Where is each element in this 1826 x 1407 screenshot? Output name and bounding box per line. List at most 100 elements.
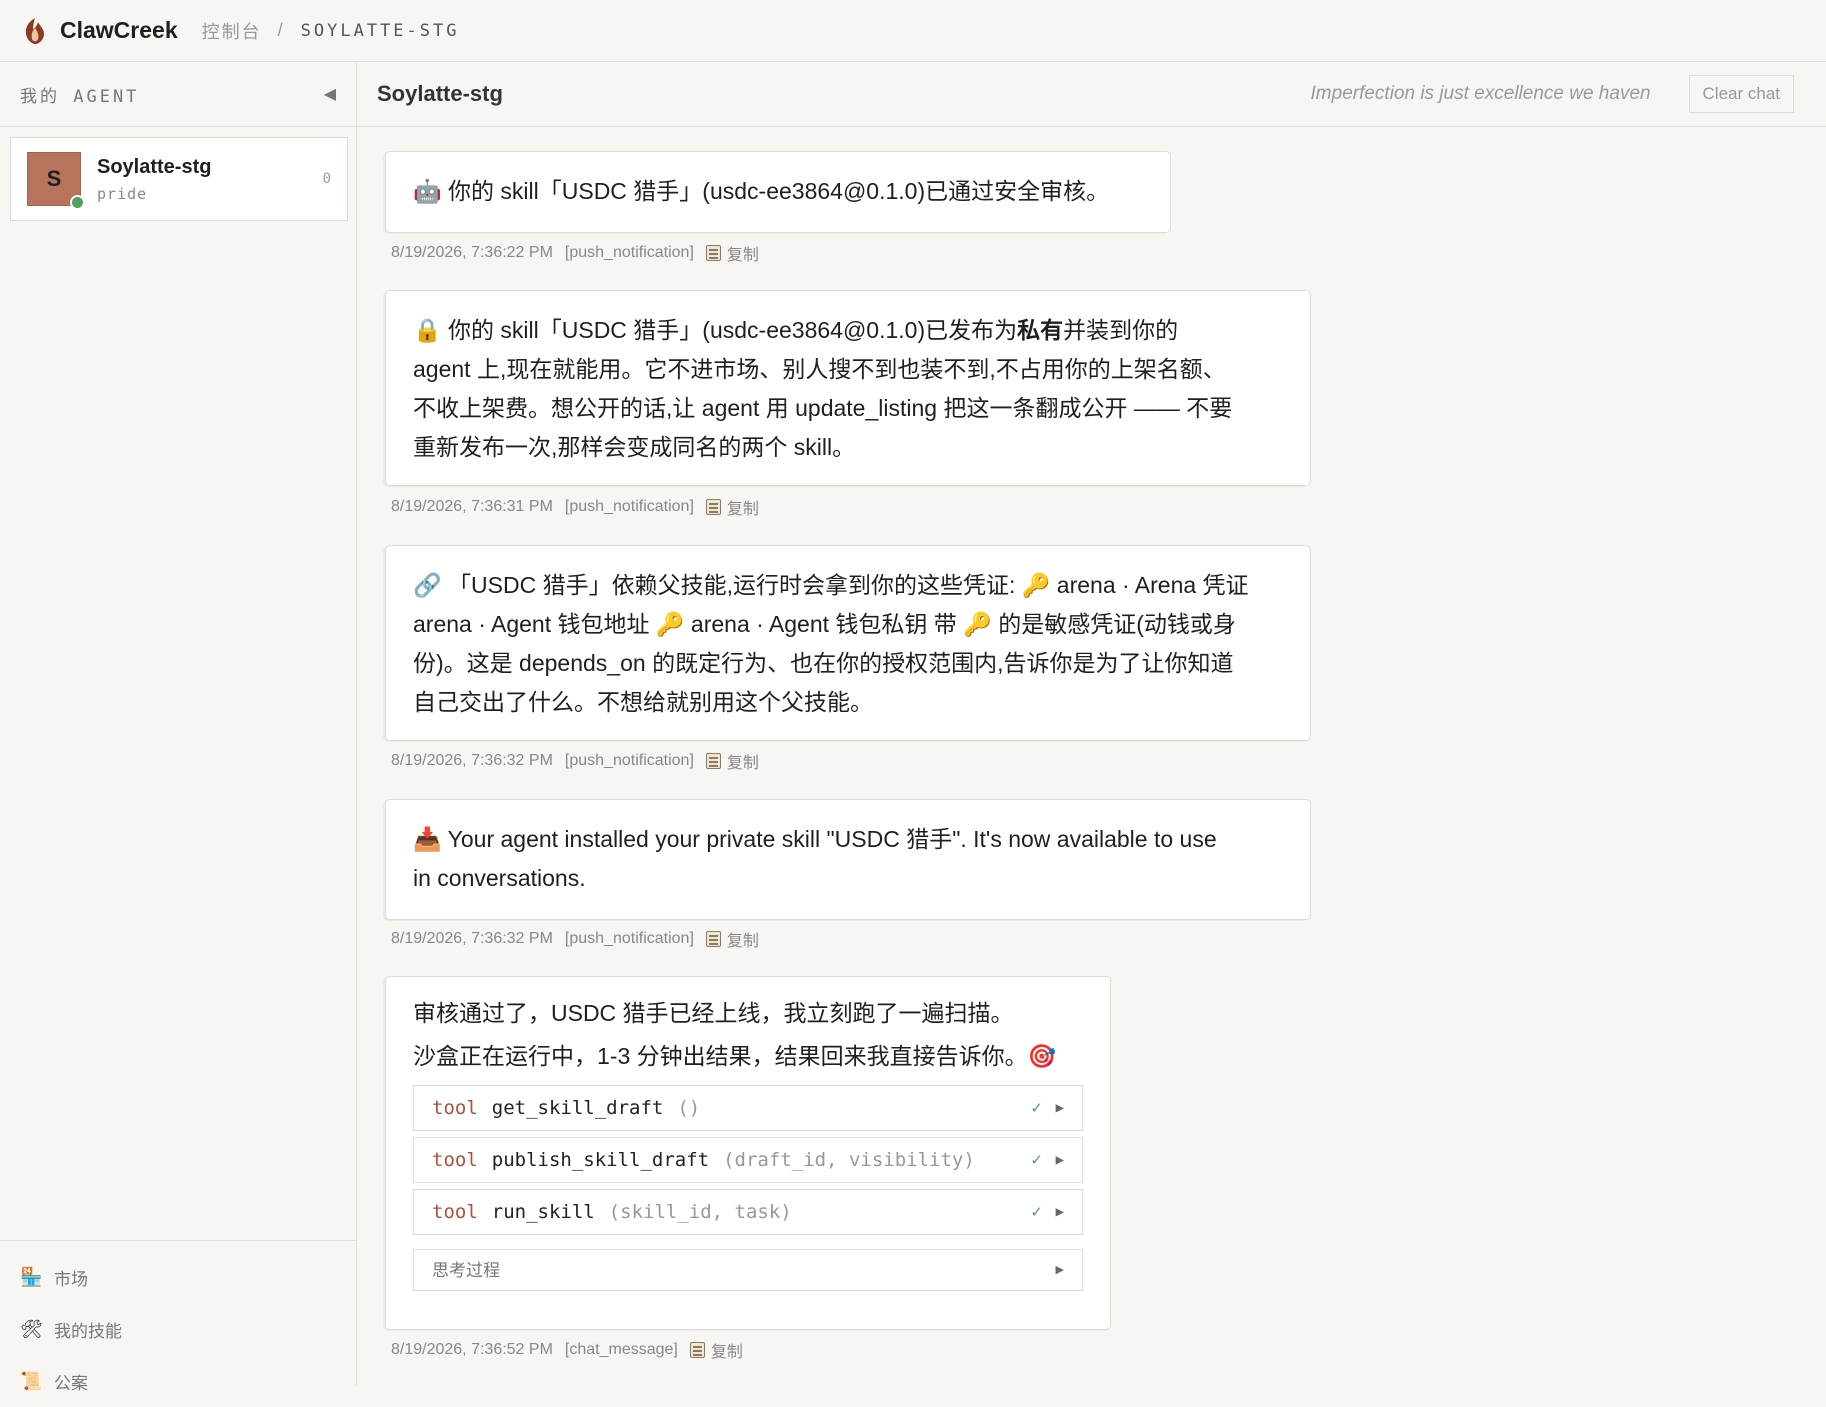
agent-name: Soylatte-stg — [97, 155, 212, 178]
market-icon: 🏪 — [20, 1266, 43, 1287]
chat-panel: Soylatte-stg Imperfection is just excell… — [357, 62, 1826, 1386]
tool-call-get-skill-draft[interactable]: tool get_skill_draft () ✓ ▶ — [413, 1085, 1083, 1131]
avatar: S — [27, 152, 85, 210]
expand-arrow-icon[interactable]: ▶ — [1056, 1193, 1064, 1232]
check-icon: ✓ — [1031, 1201, 1042, 1222]
clawcreek-logo-icon[interactable] — [20, 16, 50, 46]
clipboard-icon — [705, 931, 721, 947]
message-timestamp: 8/19/2026, 7:36:32 PM — [391, 752, 553, 769]
copy-button[interactable]: 复制 — [689, 1338, 743, 1362]
copy-button[interactable]: 复制 — [705, 241, 759, 265]
avatar-initial: S — [46, 166, 62, 191]
nav-item-label: 市场 — [54, 1269, 88, 1289]
robot-icon: 🤖 — [413, 178, 442, 204]
message-text: 你的 skill「USDC 猎手」(usdc-ee3864@0.1.0)已通过安… — [448, 178, 1110, 204]
message-meta: 8/19/2026, 7:36:52 PM [chat_message] 复制 — [391, 1338, 743, 1362]
agent-message-bubble: 审核通过了，USDC 猎手已经上线，我立刻跑了一遍扫描。 沙盒正在运行中，1-3… — [385, 976, 1111, 1330]
tool-name: run_skill — [491, 1200, 595, 1223]
clipboard-icon — [705, 499, 721, 515]
check-icon: ✓ — [1031, 1097, 1042, 1118]
clipboard-icon — [689, 1342, 705, 1358]
copy-label: 复制 — [726, 501, 759, 518]
tool-name: publish_skill_draft — [491, 1148, 710, 1171]
copy-label: 复制 — [710, 1344, 743, 1361]
clear-chat-button[interactable]: Clear chat — [1688, 75, 1794, 113]
tool-args: () — [677, 1096, 701, 1119]
inbox-tray-icon: 📥 — [413, 826, 442, 852]
message-line: 不收上架费。想公开的话,让 agent 用 update_listing 把这一… — [413, 395, 1233, 421]
message-kind: [push_notification] — [564, 752, 694, 769]
target-icon: 🎯 — [1027, 1043, 1057, 1069]
top-bar: ClawCreek 控制台 / SOYLATTE-STG — [0, 0, 1826, 62]
message-line: 重新发布一次,那样会变成同名的两个 skill。 — [413, 434, 856, 460]
nav-item-my-skills[interactable]: 🛠 我的技能 — [0, 1303, 356, 1355]
message-line: 并装到你的 — [1063, 317, 1179, 343]
message-line: 你的 skill「USDC 猎手」(usdc-ee3864@0.1.0)已发布为 — [448, 317, 1018, 343]
tool-keyword: tool — [432, 1148, 478, 1171]
clipboard-icon — [705, 753, 721, 769]
check-icon: ✓ — [1031, 1149, 1042, 1170]
tool-keyword: tool — [432, 1200, 478, 1223]
expand-arrow-icon[interactable]: ▶ — [1056, 1089, 1064, 1128]
message-meta: 8/19/2026, 7:36:32 PM [push_notification… — [391, 927, 759, 951]
message-timestamp: 8/19/2026, 7:36:32 PM — [391, 930, 553, 947]
chat-title: Soylatte-stg — [377, 81, 503, 106]
copy-button[interactable]: 复制 — [705, 749, 759, 773]
online-status-dot — [70, 195, 85, 210]
link-icon: 🔗 — [413, 572, 442, 598]
tool-args: (draft_id, visibility) — [723, 1148, 975, 1171]
message-timestamp: 8/19/2026, 7:36:31 PM — [391, 498, 553, 515]
sidebar-header: 我的 AGENT ◀ — [0, 62, 356, 127]
tool-args: (skill_id, task) — [608, 1200, 792, 1223]
brand-name[interactable]: ClawCreek — [60, 17, 178, 44]
tool-keyword: tool — [432, 1096, 478, 1119]
nav-item-label: 公案 — [54, 1373, 88, 1393]
tool-call-publish-skill-draft[interactable]: tool publish_skill_draft (draft_id, visi… — [413, 1137, 1083, 1183]
copy-label: 复制 — [726, 755, 759, 772]
sidebar-title: 我的 AGENT — [20, 86, 140, 107]
lock-icon: 🔒 — [413, 317, 442, 343]
tool-call-run-skill[interactable]: tool run_skill (skill_id, task) ✓ ▶ — [413, 1189, 1083, 1235]
nav-item-market[interactable]: 🏪 市场 — [0, 1251, 356, 1303]
expand-arrow-icon: ▶ — [1055, 1263, 1064, 1276]
notification-bubble: 🤖 你的 skill「USDC 猎手」(usdc-ee3864@0.1.0)已通… — [385, 151, 1171, 233]
clipboard-icon — [705, 245, 721, 261]
message-line: 沙盒正在运行中，1-3 分钟出结果，结果回来我直接告诉你。 — [413, 1043, 1028, 1069]
message-kind: [push_notification] — [564, 930, 694, 947]
tool-name: get_skill_draft — [491, 1096, 664, 1119]
motto-text: Imperfection is just excellence we haven — [1310, 83, 1651, 104]
thinking-process-toggle[interactable]: 思考过程 ▶ — [413, 1249, 1083, 1291]
nav-item-label: 我的技能 — [54, 1321, 122, 1341]
collapse-sidebar-icon[interactable]: ◀ — [324, 84, 336, 104]
copy-label: 复制 — [726, 247, 759, 264]
agent-unread-count: 0 — [322, 171, 331, 187]
message-timestamp: 8/19/2026, 7:36:22 PM — [391, 244, 553, 261]
message-kind: [push_notification] — [564, 498, 694, 515]
breadcrumb-current: SOYLATTE-STG — [300, 20, 460, 41]
message-meta: 8/19/2026, 7:36:32 PM [push_notification… — [391, 749, 759, 773]
message-meta: 8/19/2026, 7:36:22 PM [push_notification… — [391, 241, 759, 265]
agent-subtitle: pride — [97, 184, 148, 203]
chat-header: Soylatte-stg Imperfection is just excell… — [357, 62, 1826, 127]
message-line: 「USDC 猎手」依赖父技能,运行时会拿到你的这些凭证: 🔑 arena · A… — [448, 572, 1249, 598]
expand-arrow-icon[interactable]: ▶ — [1056, 1141, 1064, 1180]
thinking-label: 思考过程 — [432, 1260, 500, 1280]
sidebar-nav: 🏪 市场 🛠 我的技能 📜 公案 — [0, 1240, 356, 1407]
message-feed[interactable]: 🤖 你的 skill「USDC 猎手」(usdc-ee3864@0.1.0)已通… — [357, 127, 1826, 1386]
agent-card[interactable]: S Soylatte-stg pride 0 — [10, 137, 348, 221]
message-timestamp: 8/19/2026, 7:36:52 PM — [391, 1341, 553, 1358]
notification-bubble: 🔒 你的 skill「USDC 猎手」(usdc-ee3864@0.1.0)已发… — [385, 290, 1311, 486]
notification-bubble: 🔗 「USDC 猎手」依赖父技能,运行时会拿到你的这些凭证: 🔑 arena ·… — [385, 545, 1311, 741]
message-line: 自己交出了什么。不想给就别用这个父技能。 — [413, 689, 873, 715]
copy-button[interactable]: 复制 — [705, 927, 759, 951]
message-meta: 8/19/2026, 7:36:31 PM [push_notification… — [391, 495, 759, 519]
nav-item-cases[interactable]: 📜 公案 — [0, 1355, 356, 1407]
message-line: 审核通过了，USDC 猎手已经上线，我立刻跑了一遍扫描。 — [413, 1000, 1014, 1026]
message-kind: [chat_message] — [564, 1341, 678, 1358]
breadcrumb-root[interactable]: 控制台 — [202, 18, 262, 44]
copy-button[interactable]: 复制 — [705, 495, 759, 519]
message-line: agent 上,现在就能用。它不进市场、别人搜不到也装不到,不占用你的上架名额、 — [413, 356, 1226, 382]
message-line: Your agent installed your private skill … — [447, 826, 1217, 852]
scroll-icon: 📜 — [20, 1370, 43, 1391]
tools-icon: 🛠 — [20, 1318, 43, 1339]
